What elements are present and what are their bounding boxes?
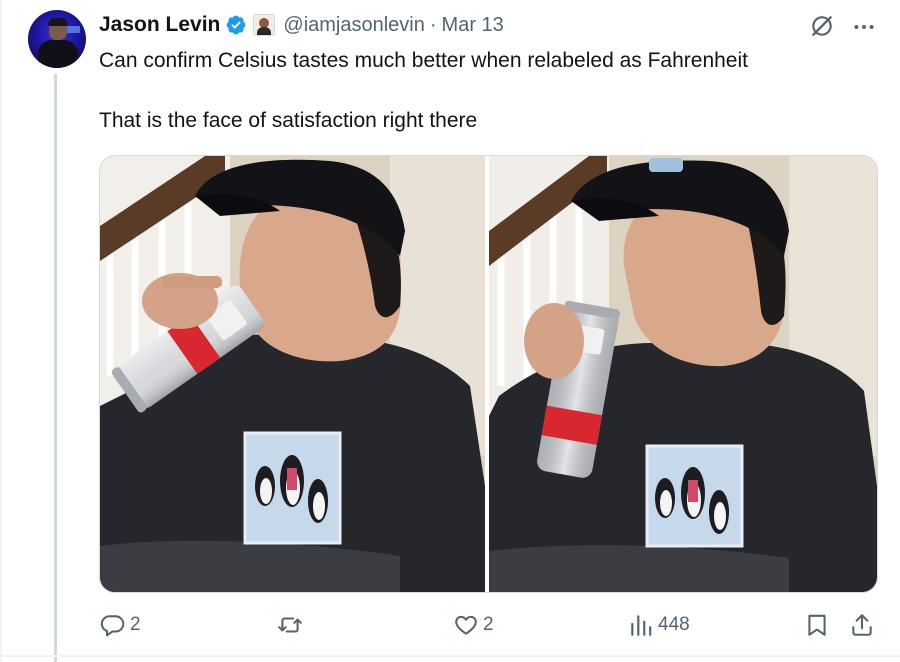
like-count: 2	[483, 614, 494, 635]
repost-button[interactable]	[277, 612, 307, 638]
avatar[interactable]	[28, 10, 86, 68]
repost-icon	[278, 617, 302, 633]
more-icon[interactable]	[851, 14, 877, 40]
media-photo-1[interactable]	[100, 156, 485, 592]
bookmark-button[interactable]	[804, 612, 830, 638]
photo-1-illustration	[100, 156, 485, 592]
thread-line	[54, 74, 57, 662]
tweet-date[interactable]: Mar 13	[442, 14, 504, 37]
affiliate-flair-icon[interactable]	[253, 14, 276, 36]
author-name[interactable]: Jason Levin	[99, 13, 220, 37]
like-button[interactable]: 2	[453, 612, 494, 638]
left-border	[0, 0, 2, 662]
tweet-header: Jason Levin @iamjasonlevin · Mar 13	[99, 11, 504, 39]
tweet-actions: 2 2 448	[0, 606, 900, 646]
photo-2-illustration	[489, 156, 877, 592]
reply-icon	[100, 615, 125, 637]
tweet-text-line-2: That is the face of satisfaction right t…	[99, 109, 478, 132]
media-photo-2[interactable]	[489, 156, 877, 592]
author-handle[interactable]: @iamjasonlevin	[283, 14, 424, 37]
share-icon	[852, 614, 872, 636]
share-button[interactable]	[849, 612, 875, 638]
grok-icon[interactable]	[809, 13, 835, 39]
reply-button[interactable]: 2	[100, 612, 141, 638]
tweet-bottom-border	[0, 655, 900, 657]
views-button[interactable]: 448	[628, 612, 690, 638]
tweet-text-line-1: Can confirm Celsius tastes much better w…	[99, 49, 748, 72]
bookmark-icon	[808, 614, 826, 636]
tweet-media	[99, 155, 878, 593]
reply-count: 2	[130, 614, 141, 635]
like-icon	[455, 615, 477, 635]
header-separator: ·	[429, 13, 437, 36]
views-count: 448	[658, 614, 690, 635]
views-icon	[631, 615, 652, 636]
verified-badge-icon[interactable]	[225, 14, 247, 36]
